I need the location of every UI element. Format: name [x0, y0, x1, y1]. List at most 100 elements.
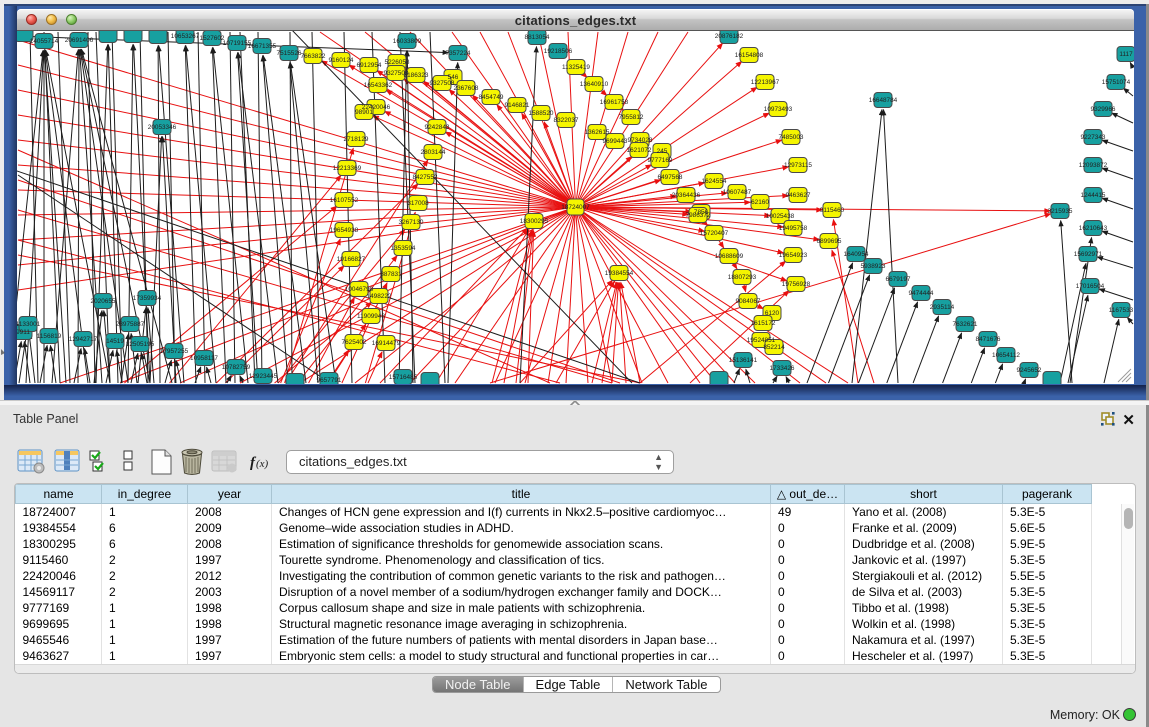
svg-text:15136141: 15136141: [729, 357, 758, 364]
svg-text:14519: 14519: [106, 338, 124, 345]
svg-text:3215935: 3215935: [1048, 208, 1073, 215]
svg-text:19495758: 19495758: [779, 225, 808, 232]
svg-text:2367608: 2367608: [454, 85, 479, 92]
svg-text:5938923: 5938923: [861, 263, 886, 270]
svg-text:1244415: 1244415: [1081, 192, 1106, 199]
svg-text:17359934: 17359934: [133, 295, 162, 302]
svg-text:1621072: 1621072: [627, 147, 652, 154]
svg-text:16648784: 16648784: [869, 97, 898, 104]
svg-text:1640954: 1640954: [844, 251, 869, 258]
svg-text:1588520: 1588520: [529, 110, 554, 117]
svg-text:8471676: 8471676: [976, 336, 1001, 343]
svg-text:8813054: 8813054: [525, 34, 550, 41]
svg-text:3267130: 3267130: [399, 219, 424, 226]
svg-text:14055714: 14055714: [30, 38, 59, 45]
svg-text:19166827: 19166827: [337, 256, 366, 263]
svg-text:9657791: 9657791: [317, 377, 342, 384]
svg-text:16543362: 16543362: [364, 82, 393, 89]
svg-text:7625402: 7625402: [342, 339, 367, 346]
svg-text:7515526: 7515526: [277, 50, 302, 57]
svg-text:2020655: 2020655: [91, 298, 116, 305]
svg-text:10973493: 10973493: [764, 106, 793, 113]
svg-text:6120: 6120: [765, 310, 780, 317]
svg-text:8186323: 8186323: [404, 72, 429, 79]
svg-text:2718129: 2718129: [344, 136, 369, 143]
svg-text:10958117: 10958117: [190, 355, 218, 362]
svg-text:15692971: 15692971: [1074, 251, 1103, 258]
svg-text:11909948: 11909948: [357, 313, 385, 320]
svg-text:1117: 1117: [1119, 51, 1133, 58]
svg-text:12923445: 12923445: [249, 373, 278, 380]
svg-text:19756928: 19756928: [782, 281, 811, 288]
svg-text:10025438: 10025438: [766, 213, 795, 220]
svg-text:17957255: 17957255: [160, 348, 189, 355]
svg-text:1733426: 1733426: [770, 365, 795, 372]
svg-text:17016504: 17016504: [1076, 283, 1105, 290]
svg-text:20876182: 20876182: [715, 33, 744, 40]
svg-text:9911: 9911: [17, 329, 30, 336]
svg-text:9734028: 9734028: [628, 137, 653, 144]
svg-text:9463627: 9463627: [786, 192, 811, 199]
svg-text:19384554: 19384554: [605, 270, 634, 277]
svg-text:1353594: 1353594: [391, 245, 416, 252]
svg-text:12213967: 12213967: [751, 79, 780, 86]
svg-text:16914479: 16914479: [372, 340, 401, 347]
svg-text:9474444: 9474444: [909, 290, 934, 297]
svg-text:16671355: 16671355: [248, 43, 277, 50]
svg-text:16154808: 16154808: [735, 52, 764, 59]
svg-text:10688609: 10688609: [715, 253, 744, 260]
svg-text:10653267: 10653267: [171, 33, 200, 40]
svg-text:1498222: 1498222: [367, 293, 392, 300]
svg-text:9777169: 9777169: [648, 157, 673, 164]
svg-text:6679197: 6679197: [886, 276, 911, 283]
svg-text:9160124: 9160124: [329, 57, 354, 64]
svg-text:5226058: 5226058: [385, 59, 410, 66]
svg-text:23975887: 23975887: [116, 321, 145, 328]
svg-text:7357224: 7357224: [446, 50, 471, 57]
svg-text:9146821: 9146821: [505, 102, 530, 109]
svg-text:(x): (x): [256, 458, 269, 470]
svg-text:1156819: 1156819: [37, 333, 62, 340]
svg-text:7955812: 7955812: [619, 114, 644, 121]
svg-text:20053346: 20053346: [148, 124, 177, 131]
svg-text:1527602: 1527602: [200, 35, 225, 42]
svg-text:19654938: 19654938: [330, 227, 359, 234]
svg-text:15716485: 15716485: [389, 374, 418, 381]
svg-text:8427552: 8427552: [413, 174, 438, 181]
svg-text:19654923: 19654923: [779, 252, 808, 259]
svg-text:10046798: 10046798: [345, 286, 374, 293]
svg-text:887831: 887831: [380, 271, 402, 278]
svg-text:20364436: 20364436: [672, 192, 701, 199]
svg-text:7485003: 7485003: [779, 134, 804, 141]
svg-text:18807293: 18807293: [728, 274, 757, 281]
svg-text:9699443: 9699443: [603, 138, 628, 145]
svg-text:1133001: 1133001: [17, 321, 41, 328]
svg-text:8322037: 8322037: [554, 117, 579, 124]
svg-text:9227343: 9227343: [1081, 134, 1106, 141]
svg-text:9242843: 9242843: [425, 124, 450, 131]
svg-text:12973115: 12973115: [784, 162, 812, 169]
svg-text:2935114: 2935114: [930, 304, 955, 311]
svg-text:8454749: 8454749: [479, 94, 504, 101]
svg-text:98901: 98901: [355, 109, 373, 116]
svg-text:13640910: 13640910: [580, 81, 609, 88]
svg-text:7663822: 7663822: [301, 53, 326, 60]
svg-text:15751074: 15751074: [1102, 79, 1131, 86]
svg-text:1624554: 1624554: [702, 178, 727, 185]
svg-text:10654112: 10654112: [992, 352, 1020, 359]
svg-text:2803144: 2803144: [421, 149, 446, 156]
svg-text:12942717: 12942717: [69, 336, 98, 343]
svg-text:18724007: 18724007: [561, 204, 590, 211]
svg-text:1362615: 1362615: [585, 129, 610, 136]
svg-text:317008: 317008: [407, 200, 429, 207]
svg-text:12505195: 12505195: [126, 341, 155, 348]
svg-text:16210643: 16210643: [1079, 225, 1108, 232]
svg-text:6899695: 6899695: [817, 238, 842, 245]
svg-text:1615172: 1615172: [751, 320, 776, 327]
svg-text:6912954: 6912954: [357, 62, 382, 69]
svg-text:9329966: 9329966: [1091, 106, 1116, 113]
svg-text:12213369: 12213369: [333, 165, 362, 172]
svg-text:9115460: 9115460: [820, 207, 845, 214]
svg-text:1167533: 1167533: [1109, 307, 1134, 314]
svg-text:18300295: 18300295: [520, 218, 549, 225]
